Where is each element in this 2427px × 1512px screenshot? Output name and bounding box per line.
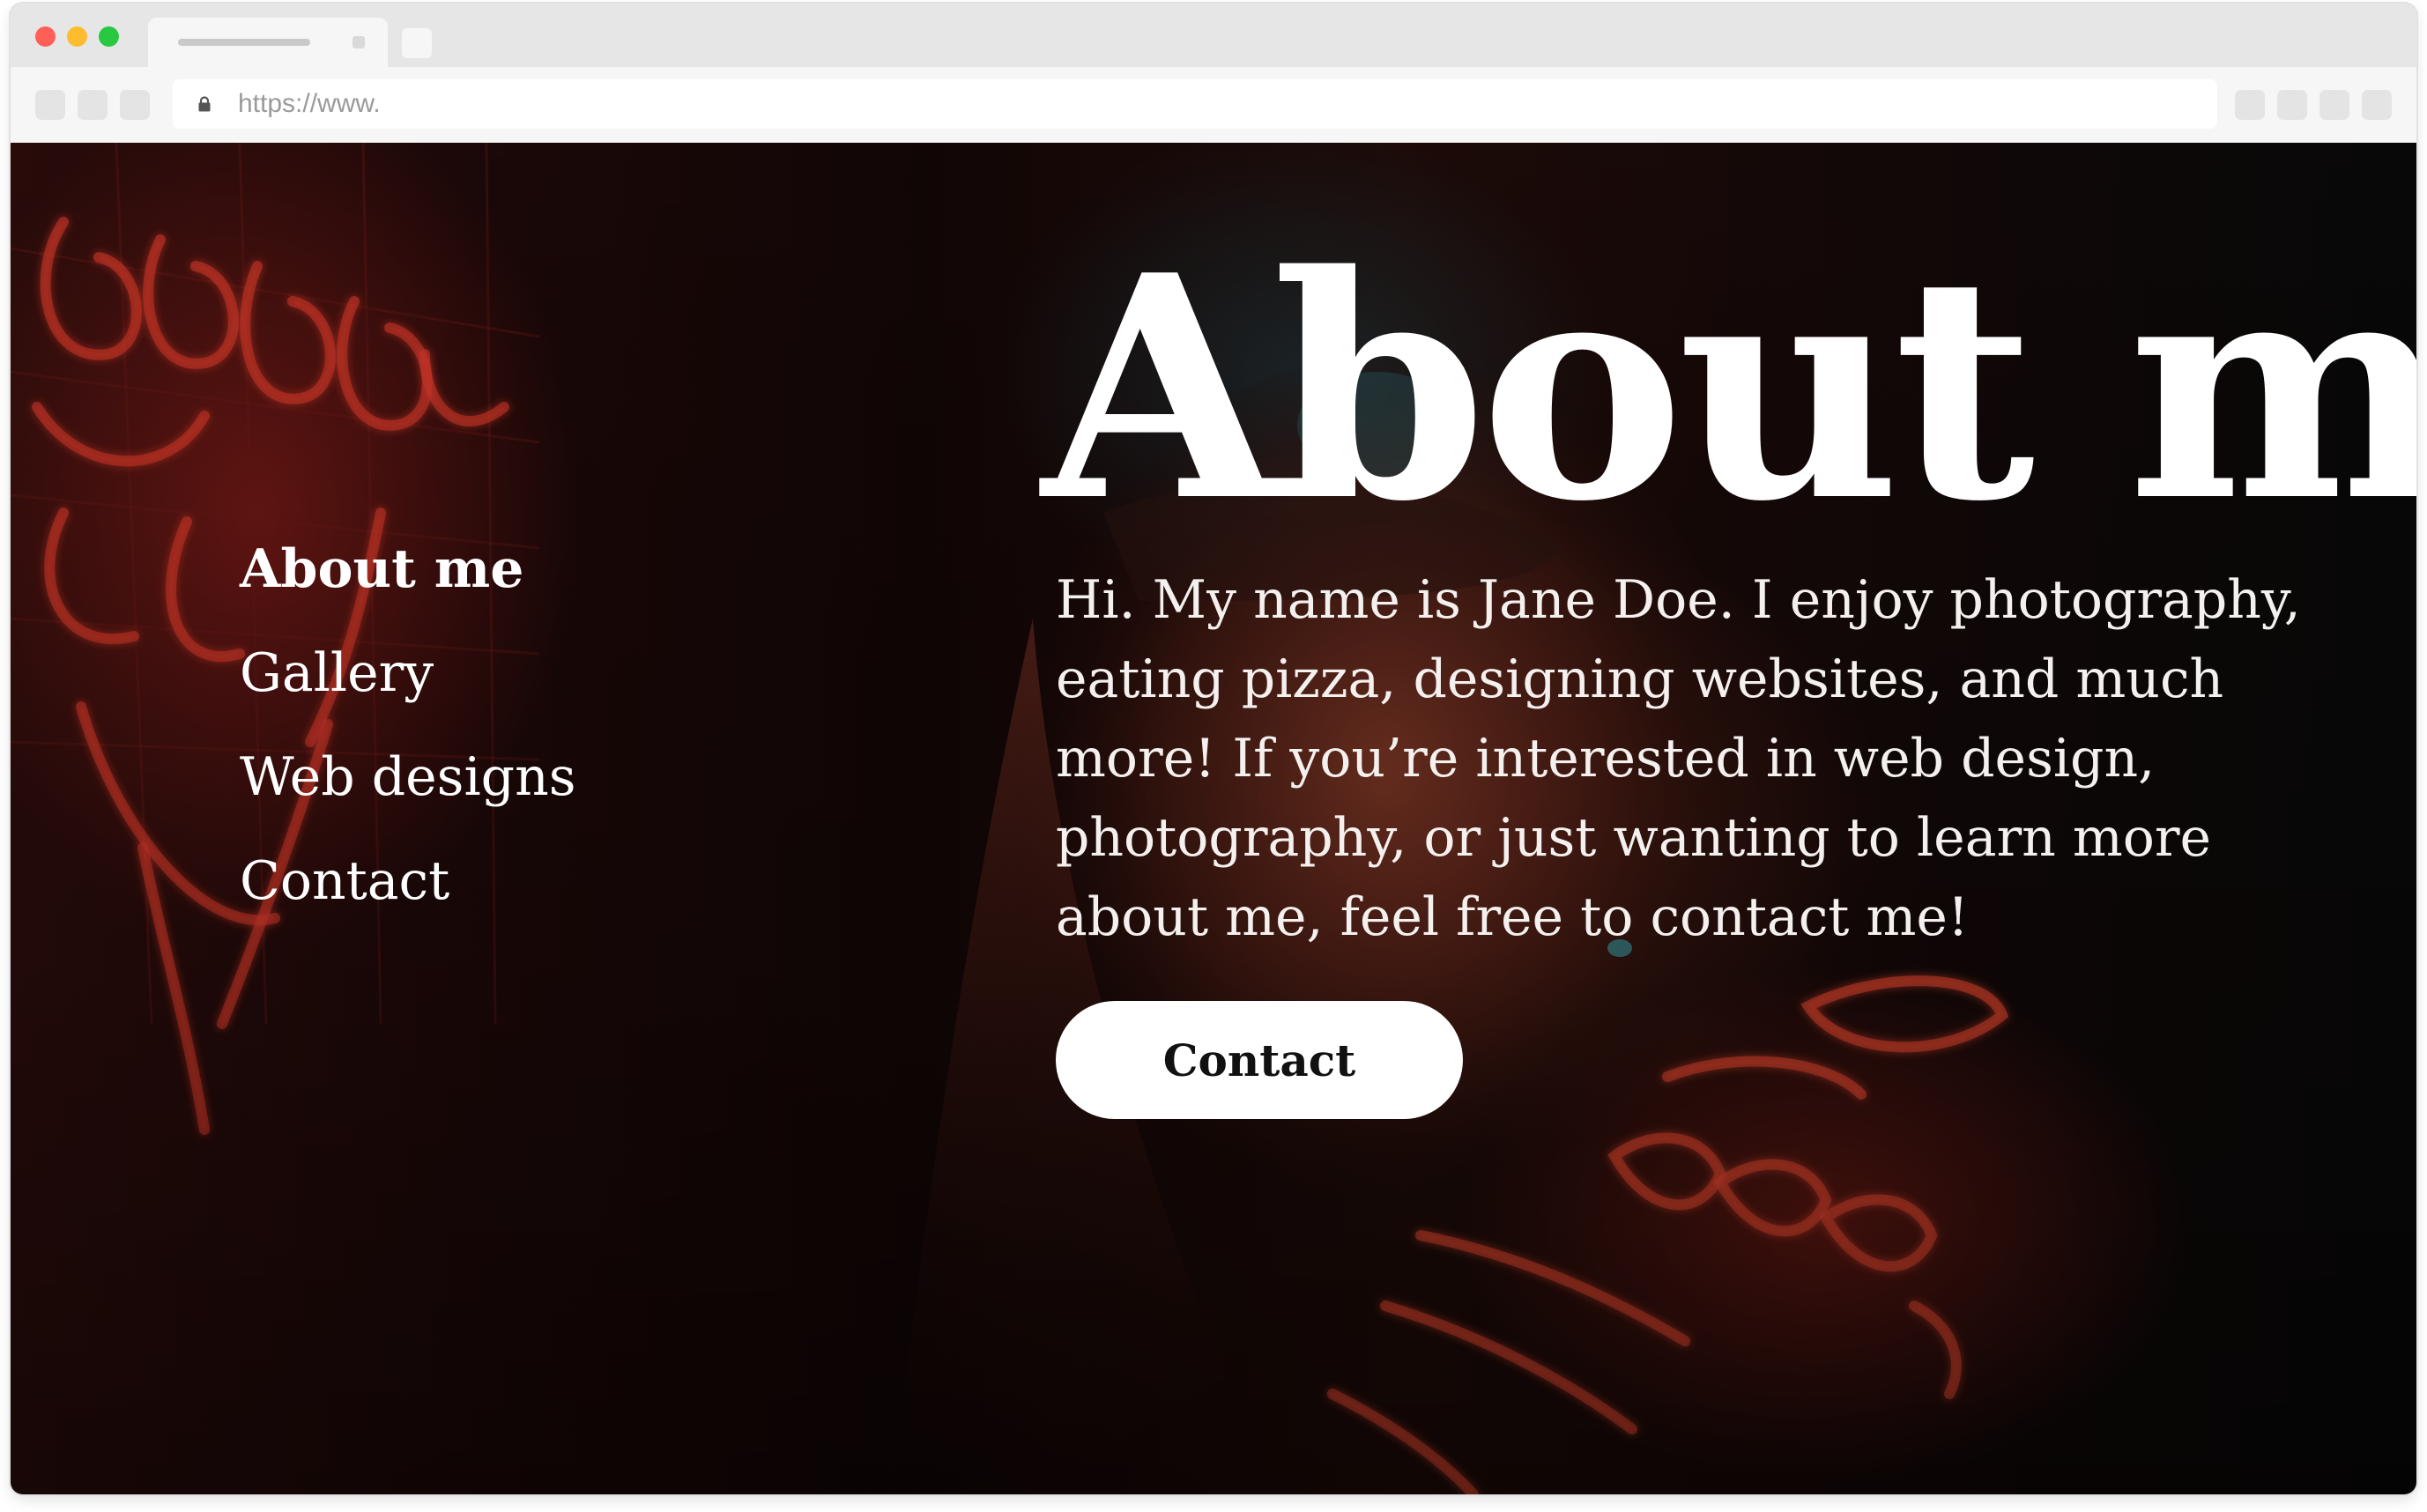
nav-link-web-designs[interactable]: Web designs [240,725,576,829]
url-text: https://www. [238,89,381,118]
main-navigation: About me Gallery Web designs Contact [240,517,576,933]
nav-link-about-me[interactable]: About me [240,517,576,621]
browser-window: https://www. About me Gallery Web design… [11,4,2416,1494]
back-button[interactable] [35,90,65,120]
contact-button[interactable]: Contact [1056,1001,1463,1119]
extension-button-1[interactable] [2235,90,2265,120]
nav-link-gallery[interactable]: Gallery [240,621,576,725]
tab-strip [11,4,2416,67]
minimize-window-button[interactable] [67,26,87,47]
browser-tab[interactable] [148,18,388,67]
page-title: About me [1042,209,2416,569]
tab-title-placeholder [178,39,310,46]
extension-button-2[interactable] [2277,90,2307,120]
nav-link-contact[interactable]: Contact [240,829,576,933]
browser-toolbar: https://www. [11,67,2416,143]
address-bar[interactable]: https://www. [173,79,2217,129]
close-window-button[interactable] [35,26,56,47]
menu-button[interactable] [2362,90,2392,120]
extension-button-3[interactable] [2319,90,2349,120]
webpage: About me Gallery Web designs Contact Abo… [11,143,2416,1494]
lock-icon [198,96,211,112]
new-tab-button[interactable] [402,28,432,58]
zoom-window-button[interactable] [99,26,119,47]
about-description: Hi. My name is Jane Doe. I enjoy photogr… [1056,569,2301,948]
forward-button[interactable] [78,90,108,120]
tab-close-icon[interactable] [353,36,365,48]
reload-button[interactable] [120,90,150,120]
